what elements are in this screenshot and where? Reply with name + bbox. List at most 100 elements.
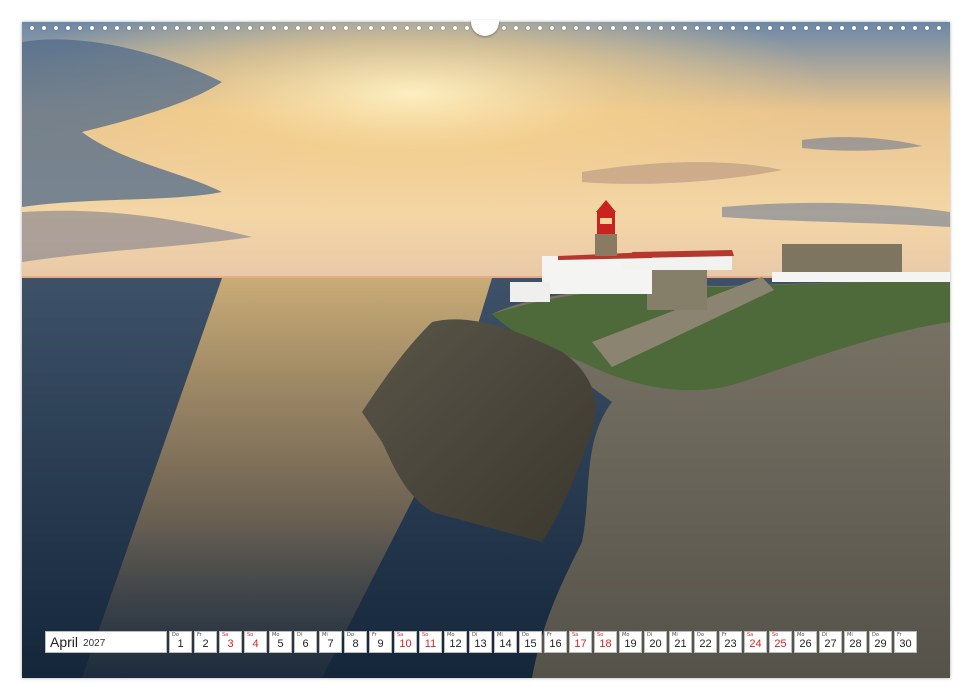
day-cell: Do 29 bbox=[869, 631, 892, 653]
binding-hole bbox=[622, 26, 627, 30]
day-number: 10 bbox=[399, 638, 412, 650]
binding-hole bbox=[924, 26, 929, 30]
binding-hole bbox=[828, 26, 833, 30]
day-number: 21 bbox=[674, 638, 687, 650]
day-cell: So 18 bbox=[594, 631, 617, 653]
month-year: 2027 bbox=[83, 637, 106, 649]
binding-hole bbox=[658, 26, 663, 30]
day-cell: Mo 19 bbox=[619, 631, 642, 653]
binding-hole bbox=[126, 26, 131, 30]
day-number: 16 bbox=[549, 638, 562, 650]
binding-hole bbox=[235, 26, 240, 30]
day-cell: Di 20 bbox=[644, 631, 667, 653]
day-number: 20 bbox=[649, 638, 662, 650]
day-number: 29 bbox=[874, 638, 887, 650]
binding-hole bbox=[30, 26, 34, 30]
binding-hole bbox=[876, 26, 881, 30]
binding-hole bbox=[453, 26, 458, 30]
binding-hole bbox=[392, 26, 397, 30]
day-number: 26 bbox=[799, 638, 812, 650]
day-number: 11 bbox=[424, 638, 437, 650]
day-number: 1 bbox=[177, 638, 184, 650]
binding-hole bbox=[537, 26, 542, 30]
binding-hole bbox=[731, 26, 736, 30]
binding-hole bbox=[441, 26, 446, 30]
binding-hole bbox=[404, 26, 409, 30]
day-cell: Fr 30 bbox=[894, 631, 917, 653]
binding-hole bbox=[380, 26, 385, 30]
day-cells: Do 1 Fr 2 Sa 3 So 4 Mo 5 Di 6 Mi 7 Do 8 Fr 9 Sa 10 So 11 Mo 12 D… bbox=[169, 631, 917, 655]
binding-hole bbox=[501, 26, 506, 30]
day-number: 30 bbox=[899, 638, 912, 650]
binding-hole bbox=[54, 26, 59, 30]
day-cell: Di 6 bbox=[294, 631, 317, 653]
day-cell: So 4 bbox=[244, 631, 267, 653]
day-cell: Mi 21 bbox=[669, 631, 692, 653]
binding-hole bbox=[586, 26, 591, 30]
binding-hole bbox=[816, 26, 821, 30]
binding-hole bbox=[525, 26, 530, 30]
day-cell: Fr 2 bbox=[194, 631, 217, 653]
binding-hole bbox=[175, 26, 180, 30]
day-number: 3 bbox=[227, 638, 234, 650]
day-number: 14 bbox=[499, 638, 512, 650]
binding-hole bbox=[791, 26, 796, 30]
binding-hole bbox=[804, 26, 808, 30]
day-cell: Mi 28 bbox=[844, 631, 867, 653]
binding-hole bbox=[719, 26, 724, 30]
binding-hole bbox=[864, 26, 869, 30]
binding-hole bbox=[767, 26, 772, 30]
day-number: 23 bbox=[724, 638, 737, 650]
binding-hole bbox=[296, 26, 301, 30]
binding-hole bbox=[283, 26, 288, 30]
day-cell: Di 13 bbox=[469, 631, 492, 653]
binding-hole bbox=[900, 26, 905, 30]
binding-hole bbox=[912, 26, 917, 30]
day-cell: Mo 12 bbox=[444, 631, 467, 653]
binding-hole bbox=[90, 26, 95, 30]
binding-hole bbox=[707, 26, 712, 30]
day-cell: Fr 9 bbox=[369, 631, 392, 653]
day-cell: Do 8 bbox=[344, 631, 367, 653]
binding-hole bbox=[66, 26, 71, 30]
binding-hole bbox=[634, 26, 639, 30]
binding-hole bbox=[247, 26, 252, 30]
binding-hole bbox=[755, 26, 760, 30]
binding-hole bbox=[320, 26, 325, 30]
day-number: 5 bbox=[277, 638, 284, 650]
binding-hole bbox=[779, 26, 784, 30]
binding-hole bbox=[259, 26, 264, 30]
binding-hole bbox=[42, 26, 47, 30]
binding-hole bbox=[695, 26, 700, 30]
day-cell: Mi 14 bbox=[494, 631, 517, 653]
day-number: 28 bbox=[849, 638, 862, 650]
day-cell: Sa 24 bbox=[744, 631, 767, 653]
day-cell: Do 1 bbox=[169, 631, 192, 653]
lighthouse-cliff-photo bbox=[22, 22, 950, 678]
month-name: April bbox=[50, 634, 79, 650]
binding-hole bbox=[356, 26, 361, 30]
binding-hole bbox=[102, 26, 107, 30]
binding-hole bbox=[646, 26, 651, 30]
binding-hole bbox=[670, 26, 675, 30]
day-cell: Di 27 bbox=[819, 631, 842, 653]
binding-hole bbox=[598, 26, 603, 30]
day-cell: So 25 bbox=[769, 631, 792, 653]
binding-hole bbox=[888, 26, 893, 30]
binding-hole bbox=[271, 26, 276, 30]
day-cell: Mo 26 bbox=[794, 631, 817, 653]
calendar-page bbox=[22, 22, 950, 678]
binding-hole bbox=[187, 26, 192, 30]
day-number: 27 bbox=[824, 638, 837, 650]
binding-hole bbox=[417, 26, 421, 30]
day-number: 6 bbox=[302, 638, 309, 650]
binding-hole bbox=[308, 26, 313, 30]
day-number: 8 bbox=[352, 638, 359, 650]
day-number: 2 bbox=[202, 638, 209, 650]
binding-hole bbox=[610, 26, 615, 30]
day-cell: Fr 16 bbox=[544, 631, 567, 653]
day-cell: Mi 7 bbox=[319, 631, 342, 653]
day-cell: Fr 23 bbox=[719, 631, 742, 653]
binding-hole bbox=[743, 26, 748, 30]
binding-hole bbox=[574, 26, 579, 30]
